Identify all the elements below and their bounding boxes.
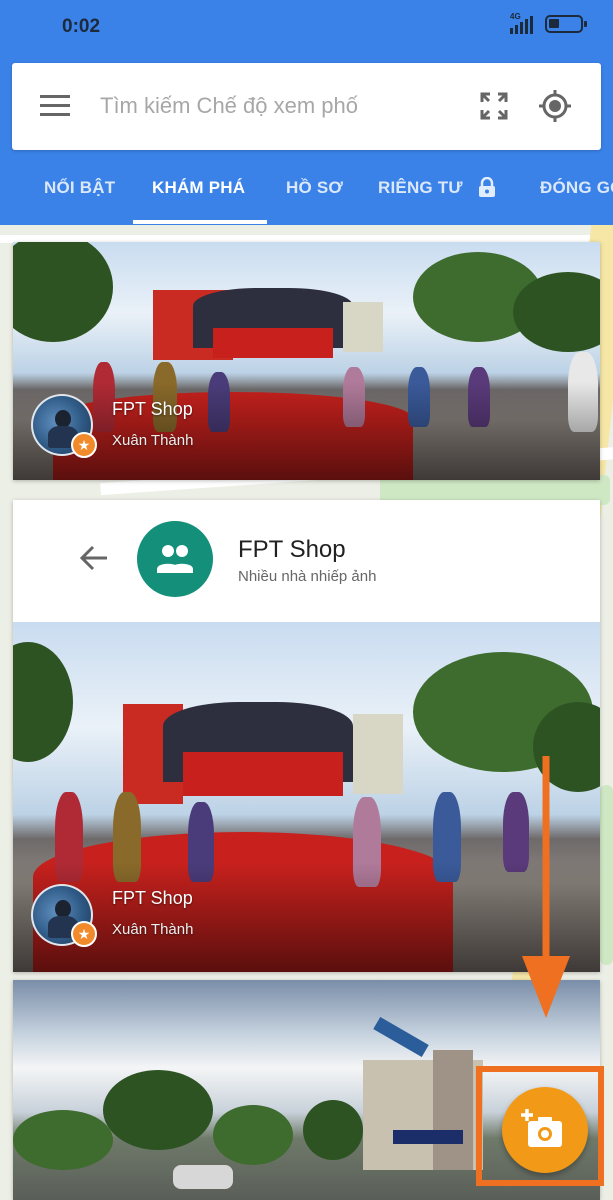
star-badge-icon: ★: [71, 921, 97, 947]
detail-title: FPT Shop: [238, 536, 346, 563]
tab-bar: NỔI BẬT KHÁM PHÁ HỒ SƠ RIÊNG TƯ ĐÓNG GÓ: [0, 162, 613, 225]
detail-subtitle: Nhiều nhà nhiếp ảnh: [238, 568, 377, 585]
people-icon: [157, 545, 193, 573]
photo-title: FPT Shop: [112, 888, 193, 908]
tab-private-label: RIÊNG TƯ: [378, 178, 463, 197]
signal-icon: 4G: [510, 12, 533, 34]
lock-icon: [478, 176, 495, 197]
map-park: [600, 785, 613, 965]
tab-private[interactable]: RIÊNG TƯ: [378, 162, 496, 225]
status-bar: 0:02 4G: [0, 0, 613, 54]
panorama-photo[interactable]: [13, 622, 600, 972]
app-header: 0:02 4G Tìm kiếm Chế độ xem phố NỔI BẬT …: [0, 0, 613, 225]
group-avatar: [137, 521, 213, 597]
star-badge-icon: ★: [71, 432, 97, 458]
annotation-arrow: [522, 756, 570, 1018]
photo-card[interactable]: ★ FPT Shop Xuân Thành: [13, 242, 600, 480]
tab-explore[interactable]: KHÁM PHÁ: [152, 162, 245, 225]
status-icons: 4G: [510, 12, 587, 34]
photo-detail-card: FPT Shop Nhiều nhà nhiếp ảnh ★ FPT Shop …: [13, 500, 600, 972]
network-type-label: 4G: [510, 12, 521, 21]
status-time: 0:02: [62, 16, 101, 37]
back-arrow-icon[interactable]: [79, 544, 109, 572]
photo-author: Xuân Thành: [112, 921, 194, 938]
search-input[interactable]: Tìm kiếm Chế độ xem phố: [100, 93, 400, 123]
detail-header: FPT Shop Nhiều nhà nhiếp ảnh: [13, 500, 600, 622]
photo-title: FPT Shop: [112, 399, 193, 419]
tab-contributions[interactable]: ĐÓNG GÓ: [540, 162, 613, 225]
tab-featured[interactable]: NỔI BẬT: [44, 162, 115, 225]
tab-profile[interactable]: HỒ SƠ: [286, 162, 343, 225]
annotation-highlight-box: [476, 1066, 604, 1186]
my-location-icon[interactable]: [538, 89, 572, 123]
battery-icon: [545, 15, 587, 33]
photo-author: Xuân Thành: [112, 432, 194, 449]
active-tab-indicator: [133, 220, 267, 224]
fullscreen-icon[interactable]: [479, 91, 509, 121]
menu-icon[interactable]: [40, 95, 70, 117]
panorama-thumbnail: [13, 242, 600, 480]
search-bar[interactable]: Tìm kiếm Chế độ xem phố: [12, 63, 601, 150]
